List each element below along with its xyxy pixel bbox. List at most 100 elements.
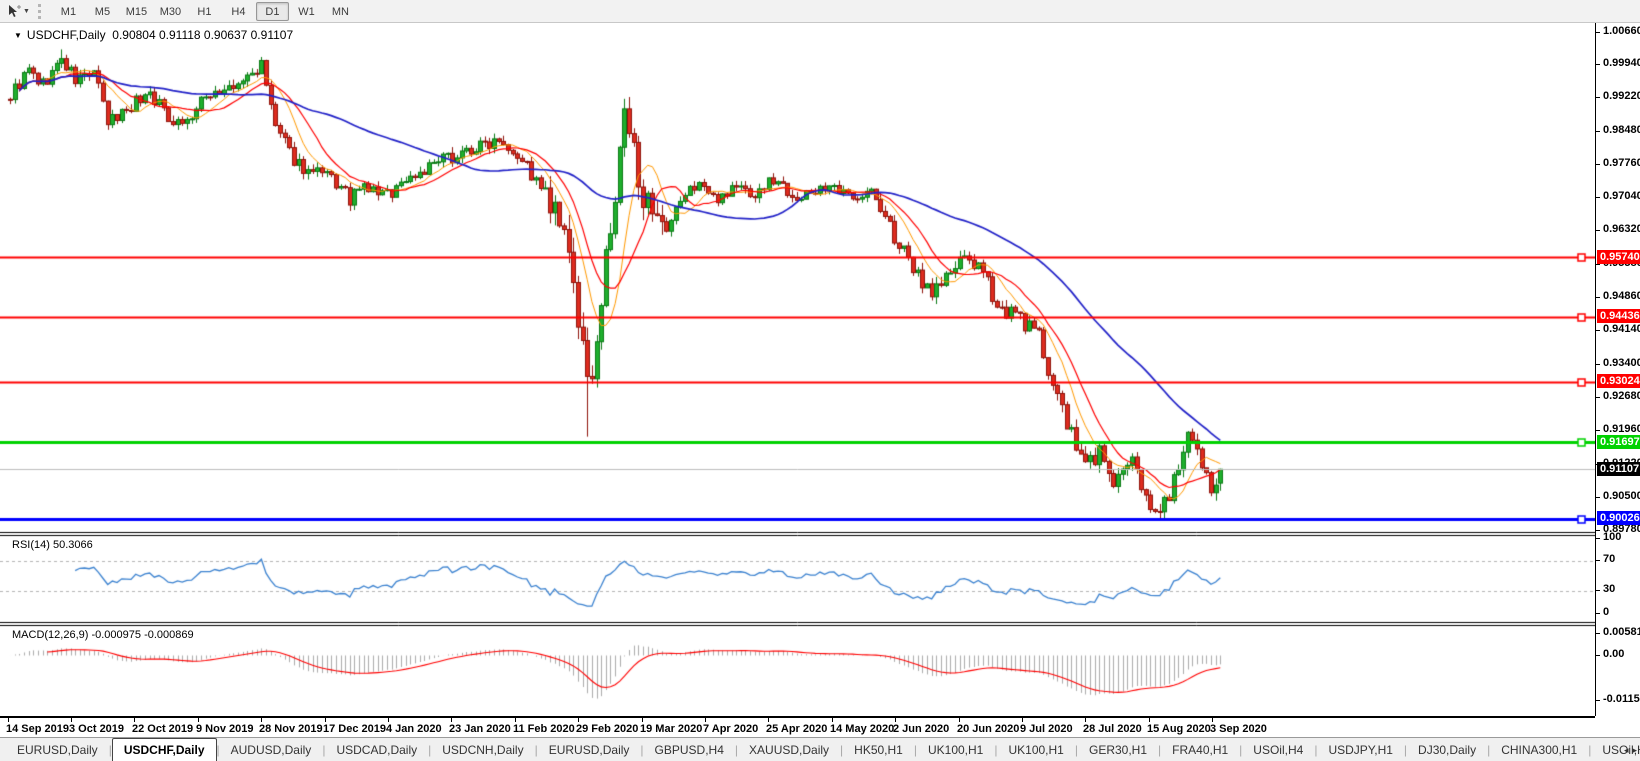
timeframe-button-H1[interactable]: H1 bbox=[188, 2, 221, 21]
date-tick-label: 23 Jan 2020 bbox=[449, 723, 511, 735]
timeframe-button-MN[interactable]: MN bbox=[324, 2, 357, 21]
date-tick-label: 14 May 2020 bbox=[830, 723, 894, 735]
timeframe-toolbar: ▼ M1M5M15M30H1H4D1W1MN bbox=[0, 0, 1640, 23]
date-tick-label: 11 Feb 2020 bbox=[513, 723, 575, 735]
chart-tab-usdcnh-daily[interactable]: USDCNH,Daily bbox=[431, 738, 534, 761]
date-tick-label: 3 Oct 2019 bbox=[69, 723, 124, 735]
chart-title: ▼ USDCHF,Daily 0.90804 0.91118 0.90637 0.… bbox=[14, 28, 293, 42]
tab-scroll-left-icon[interactable]: ◂ bbox=[1624, 745, 1629, 756]
date-tickmark bbox=[451, 718, 452, 722]
date-tickmark bbox=[134, 718, 135, 722]
timeframe-button-H4[interactable]: H4 bbox=[222, 2, 255, 21]
cursor-tool-button[interactable]: ▼ bbox=[3, 1, 33, 21]
price-tick-label: 0.93400 bbox=[1603, 357, 1640, 369]
price-tick-tickmark bbox=[1596, 497, 1600, 498]
macd-tick-tickmark bbox=[1596, 655, 1600, 656]
price-tick-tickmark bbox=[1596, 230, 1600, 231]
chart-tab-eurusd-daily[interactable]: EURUSD,Daily bbox=[6, 738, 109, 761]
price-tick-label: 0.94140 bbox=[1603, 323, 1640, 335]
rsi-tick-tickmark bbox=[1596, 538, 1600, 539]
tab-scroll-right-icon[interactable]: ▸ bbox=[1632, 745, 1637, 756]
timeframe-button-M15[interactable]: M15 bbox=[120, 2, 153, 21]
chart-tab-ger30-h1[interactable]: GER30,H1 bbox=[1078, 738, 1158, 761]
chart-tab-usoil-h4[interactable]: USOil,H4 bbox=[1242, 738, 1314, 761]
date-tickmark bbox=[895, 718, 896, 722]
price-tick-tickmark bbox=[1596, 131, 1600, 132]
chart-tab-fra40-h1[interactable]: FRA40,H1 bbox=[1161, 738, 1239, 761]
date-tick-label: 20 Jun 2020 bbox=[957, 723, 1019, 735]
level-price-label: 0.91697 bbox=[1597, 435, 1640, 449]
date-tick-label: 25 Apr 2020 bbox=[766, 723, 827, 735]
cursor-tool-dropdown-icon[interactable]: ▼ bbox=[23, 8, 30, 15]
timeframe-button-M1[interactable]: M1 bbox=[52, 2, 85, 21]
chart-tab-china300-h1[interactable]: CHINA300,H1 bbox=[1490, 738, 1588, 761]
date-tickmark bbox=[1085, 718, 1086, 722]
date-axis[interactable]: 14 Sep 20193 Oct 201922 Oct 20199 Nov 20… bbox=[0, 716, 1595, 737]
price-tick-label: 0.98480 bbox=[1603, 124, 1640, 136]
rsi-tick-label: 30 bbox=[1603, 583, 1615, 595]
chart-tab-usdjpy-h1[interactable]: USDJPY,H1 bbox=[1317, 738, 1403, 761]
price-tick-label: 0.90500 bbox=[1603, 490, 1640, 502]
chart-tab-audusd-daily[interactable]: AUDUSD,Daily bbox=[220, 738, 323, 761]
chart-tab-xauusd-daily[interactable]: XAUUSD,Daily bbox=[738, 738, 840, 761]
rsi-tick-tickmark bbox=[1596, 590, 1600, 591]
chart-canvas[interactable] bbox=[0, 23, 1595, 716]
price-tick-tickmark bbox=[1596, 32, 1600, 33]
chart-tab-uk100-h1[interactable]: UK100,H1 bbox=[997, 738, 1074, 761]
chart-menu-arrow-icon[interactable]: ▼ bbox=[14, 31, 22, 40]
price-tick-tickmark bbox=[1596, 330, 1600, 331]
chart-tab-usdcad-daily[interactable]: USDCAD,Daily bbox=[325, 738, 428, 761]
date-tickmark bbox=[768, 718, 769, 722]
current-price-label: 0.91107 bbox=[1597, 462, 1640, 476]
date-tick-label: 4 Jan 2020 bbox=[386, 723, 442, 735]
rsi-tick-label: 0 bbox=[1603, 606, 1609, 618]
chart-ohlc-values: 0.90804 0.91118 0.90637 0.91107 bbox=[112, 28, 293, 42]
rsi-tick-label: 100 bbox=[1603, 531, 1621, 543]
timeframe-button-M5[interactable]: M5 bbox=[86, 2, 119, 21]
price-tick-label: 1.00660 bbox=[1603, 25, 1640, 37]
chart-symbol-label: USDCHF,Daily bbox=[27, 28, 106, 42]
price-tick-label: 0.97040 bbox=[1603, 190, 1640, 202]
cursor-crosshair-icon bbox=[6, 4, 21, 19]
price-tick-tickmark bbox=[1596, 530, 1600, 531]
chart-window: ▼ USDCHF,Daily 0.90804 0.91118 0.90637 0.… bbox=[0, 23, 1640, 737]
date-tick-label: 22 Oct 2019 bbox=[132, 723, 193, 735]
price-tick-label: 0.91960 bbox=[1603, 423, 1640, 435]
price-tick-label: 0.97760 bbox=[1603, 157, 1640, 169]
price-tick-label: 0.92680 bbox=[1603, 390, 1640, 402]
price-tick-tickmark bbox=[1596, 97, 1600, 98]
price-tick-tickmark bbox=[1596, 197, 1600, 198]
date-tickmark bbox=[325, 718, 326, 722]
date-tickmark bbox=[8, 718, 9, 722]
price-tick-label: 0.99940 bbox=[1603, 57, 1640, 69]
price-tick-tickmark bbox=[1596, 397, 1600, 398]
level-price-label: 0.90026 bbox=[1597, 511, 1640, 525]
level-price-label: 0.93024 bbox=[1597, 374, 1640, 388]
date-tickmark bbox=[959, 718, 960, 722]
chart-tab-gbpusd-h4[interactable]: GBPUSD,H4 bbox=[644, 738, 735, 761]
date-tick-label: 17 Dec 2019 bbox=[323, 723, 386, 735]
timeframe-button-W1[interactable]: W1 bbox=[290, 2, 323, 21]
date-tick-label: 9 Nov 2019 bbox=[196, 723, 253, 735]
level-price-label: 0.95740 bbox=[1597, 250, 1640, 264]
macd-tick-label: 0.00 bbox=[1603, 648, 1624, 660]
price-tick-tickmark bbox=[1596, 264, 1600, 265]
date-tickmark bbox=[1212, 718, 1213, 722]
chart-tab-uk100-h1[interactable]: UK100,H1 bbox=[917, 738, 994, 761]
chart-tab-dj30-daily[interactable]: DJ30,Daily bbox=[1407, 738, 1487, 761]
price-tick-label: 0.94860 bbox=[1603, 290, 1640, 302]
rsi-tick-tickmark bbox=[1596, 560, 1600, 561]
chart-tab-usdchf-daily[interactable]: USDCHF,Daily bbox=[112, 738, 217, 761]
chart-tab-eurusd-daily[interactable]: EURUSD,Daily bbox=[538, 738, 641, 761]
price-tick-tickmark bbox=[1596, 364, 1600, 365]
date-tick-label: 15 Aug 2020 bbox=[1147, 723, 1211, 735]
price-scale[interactable]: 1.00660 0.99940 0.99220 0.98480 0.97760 0.970… bbox=[1595, 23, 1640, 716]
timeframe-button-D1[interactable]: D1 bbox=[256, 2, 289, 21]
price-tick-label: 0.99220 bbox=[1603, 90, 1640, 102]
timeframe-button-M30[interactable]: M30 bbox=[154, 2, 187, 21]
date-tickmark bbox=[832, 718, 833, 722]
date-tick-label: 9 Jul 2020 bbox=[1020, 723, 1073, 735]
chart-tab-hk50-h1[interactable]: HK50,H1 bbox=[843, 738, 914, 761]
date-tickmark bbox=[388, 718, 389, 722]
date-tickmark bbox=[642, 718, 643, 722]
